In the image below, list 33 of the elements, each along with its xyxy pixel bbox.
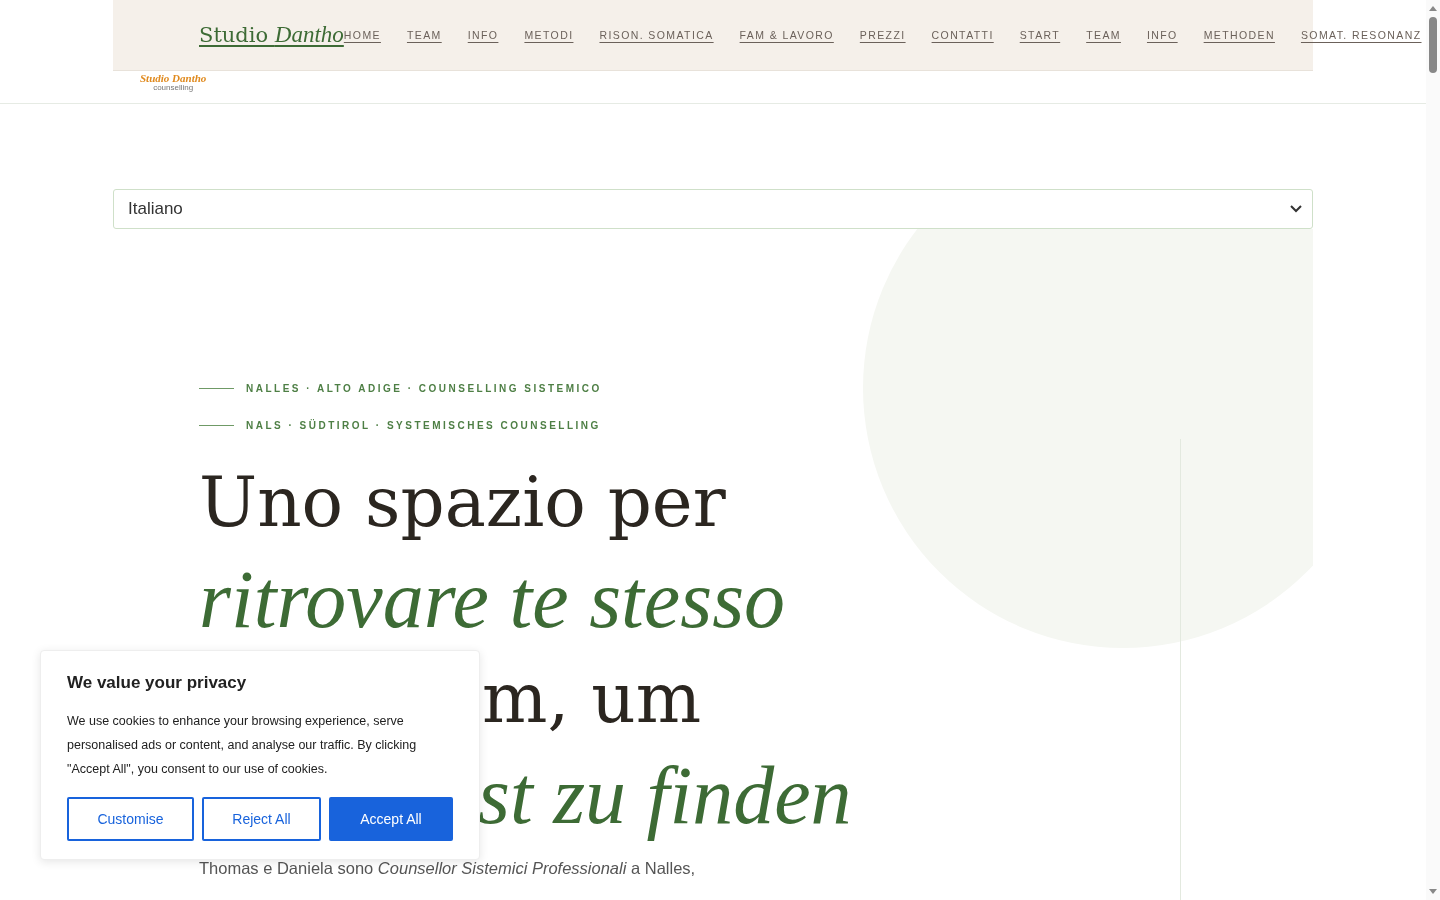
scrollbar-thumb[interactable] [1429,17,1437,73]
language-select[interactable]: Italiano [113,189,1313,229]
logo-subtitle: counselling [153,84,194,92]
nav-link[interactable]: FAM & LAVORO [739,29,834,41]
nav-link[interactable]: CONTATTI [931,29,994,41]
chevron-down-icon [1290,205,1302,213]
nav-link[interactable]: INFO [467,29,499,41]
scrollbar[interactable] [1426,0,1440,900]
nav-link[interactable]: HOME [343,29,381,41]
nav-link[interactable]: TEAM [1086,29,1121,41]
nav-link[interactable]: RISON. SOMATICA [599,29,714,41]
nav-link[interactable]: INFO [1146,29,1178,41]
headline-line: m, um [482,657,702,740]
cookie-title: We value your privacy [67,673,248,693]
customise-button[interactable]: Customise [67,797,194,841]
eyebrow-text: NALLES · ALTO ADIGE · COUNSELLING SISTEMICO [246,382,602,394]
intro-paragraph: Thomas e Daniela sono Counsellor Sistemici Professionali a Nalles, [199,859,697,878]
eyebrow-text: NALS · SÜDTIROL · SYSTEMISCHES COUNSELLING [246,419,601,431]
nav-link[interactable]: PREZZI [859,29,906,41]
nav-link[interactable]: TEAM [406,29,442,41]
headline-line: Uno spazio per [199,461,726,544]
headline-line: ritrovare te stesso [199,553,786,647]
cookie-text: We use cookies to enhance your browsing experience, serve personalised ads or content, and analyse our traffic. By clicking "Accept All", you consent to our use of cookies. [67,713,418,778]
accept-button[interactable]: Accept All [329,797,453,841]
nav-link[interactable]: METODI [524,29,574,41]
nav-link[interactable]: SOMAT. RESONANZ [1300,29,1422,41]
headline-line: st zu finden [478,749,852,843]
scroll-up-icon[interactable] [1429,6,1437,11]
brand-link[interactable]: Studio Dantho [199,22,344,48]
reject-button[interactable]: Reject All [202,797,321,841]
scroll-down-icon[interactable] [1429,889,1437,894]
nav-link[interactable]: METHODEN [1203,29,1275,41]
nav-link[interactable]: START [1019,29,1061,41]
